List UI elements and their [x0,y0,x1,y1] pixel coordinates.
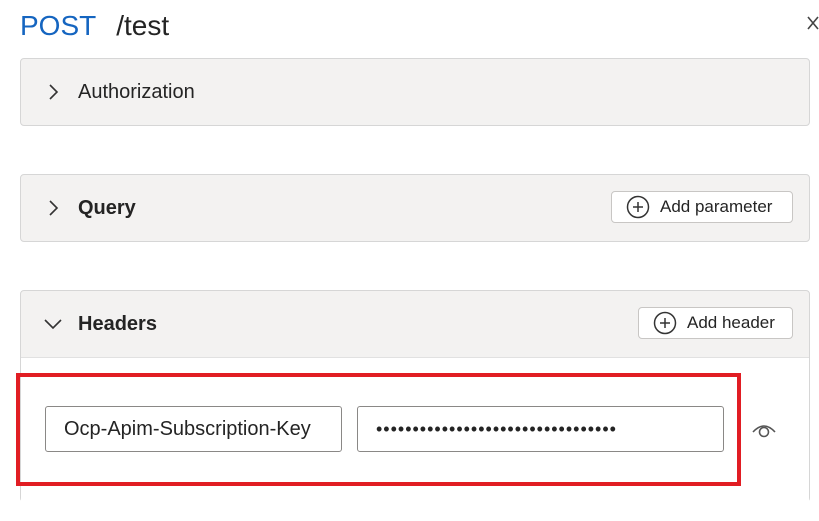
add-circle-icon [626,195,650,219]
headers-header[interactable]: Headers Add header [21,291,809,357]
chevron-right-icon [43,198,63,218]
show-value-eye-icon[interactable] [751,418,777,442]
chevron-right-icon [43,82,63,102]
add-header-label: Add header [687,313,775,332]
authorization-label: Authorization [78,80,195,103]
add-header-button[interactable]: Add header [638,307,793,339]
header-name-input[interactable]: Ocp-Apim-Subscription-Key [45,406,342,452]
http-method: POST [20,10,97,41]
authorization-header[interactable]: Authorization [21,59,809,125]
request-title: POST /test [20,6,169,46]
add-circle-icon [653,311,677,335]
headers-label: Headers [78,312,157,335]
close-icon[interactable] [806,10,819,36]
headers-list: Ocp-Apim-Subscription-Key ••••••••••••••… [21,357,809,502]
authorization-panel: Authorization [20,58,810,126]
header-value-input[interactable]: ••••••••••••••••••••••••••••••••• [357,406,724,452]
request-path: /test [116,10,170,41]
add-parameter-label: Add parameter [660,197,773,216]
headers-panel: Headers Add header Ocp-Apim-Subscription… [20,290,810,502]
query-header[interactable]: Query Add parameter [21,175,809,241]
chevron-down-icon [43,314,63,334]
add-parameter-button[interactable]: Add parameter [611,191,793,223]
query-panel: Query Add parameter [20,174,810,242]
query-label: Query [78,196,136,219]
